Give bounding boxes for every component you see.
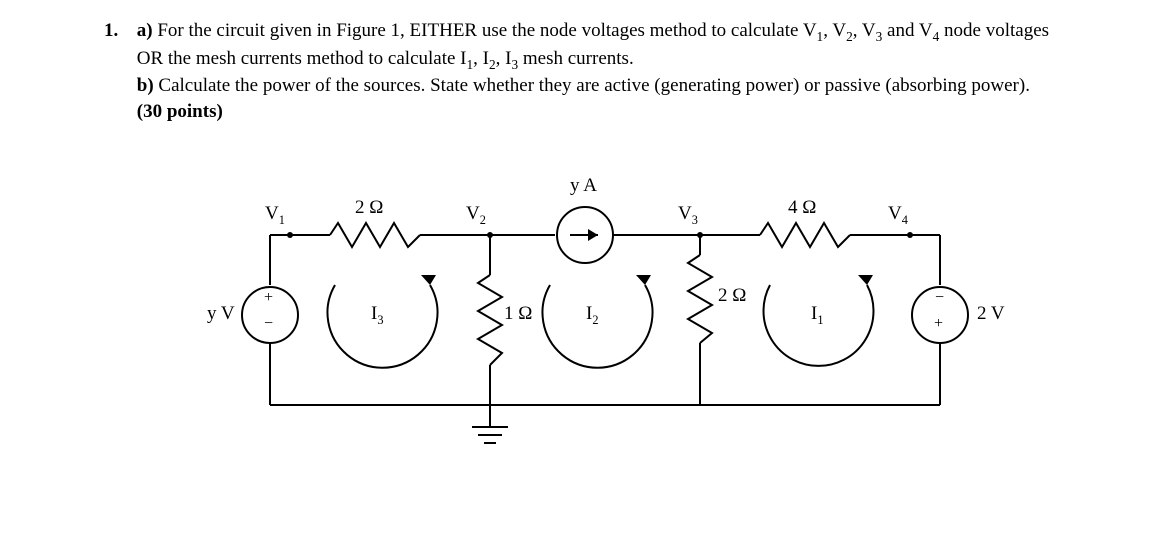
mesh-i1-label: I1 bbox=[811, 303, 824, 328]
r1-label: 2 Ω bbox=[355, 197, 383, 219]
vsrc-left-minus: − bbox=[264, 315, 273, 333]
node-v2-label: V2 bbox=[466, 203, 486, 228]
vsrc-left-label: y V bbox=[207, 303, 235, 325]
isrc-label: y A bbox=[570, 175, 597, 197]
mesh-i2-label: I2 bbox=[586, 303, 599, 328]
question-block: 1. a) For the circuit given in Figure 1,… bbox=[0, 0, 1170, 125]
part-b-label: b) bbox=[137, 75, 154, 96]
circuit-diagram: V1 V2 V3 V4 2 Ω 1 Ω 2 Ω 4 Ω y A y V 2 V … bbox=[0, 155, 1170, 535]
mesh-i3-label: I3 bbox=[371, 303, 384, 328]
part-a-text: For the circuit given in Figure 1, EITHE… bbox=[137, 20, 1049, 69]
vsrc-right-plus: + bbox=[934, 315, 943, 333]
circuit-svg bbox=[0, 155, 1170, 535]
node-v1-label: V1 bbox=[265, 203, 285, 228]
r3-label: 2 Ω bbox=[718, 285, 746, 307]
points: (30 points) bbox=[137, 101, 223, 122]
vsrc-right-minus: − bbox=[935, 289, 944, 307]
r4-label: 4 Ω bbox=[788, 197, 816, 219]
part-b-text: Calculate the power of the sources. Stat… bbox=[158, 75, 1030, 96]
vsrc-right-label: 2 V bbox=[977, 303, 1005, 325]
question-body: a) For the circuit given in Figure 1, EI… bbox=[137, 18, 1057, 125]
part-a-label: a) bbox=[137, 20, 153, 41]
question-number: 1. bbox=[104, 18, 132, 44]
r2-label: 1 Ω bbox=[504, 303, 532, 325]
node-v4-label: V4 bbox=[888, 203, 908, 228]
node-v3-label: V3 bbox=[678, 203, 698, 228]
vsrc-left-plus: + bbox=[264, 289, 273, 307]
